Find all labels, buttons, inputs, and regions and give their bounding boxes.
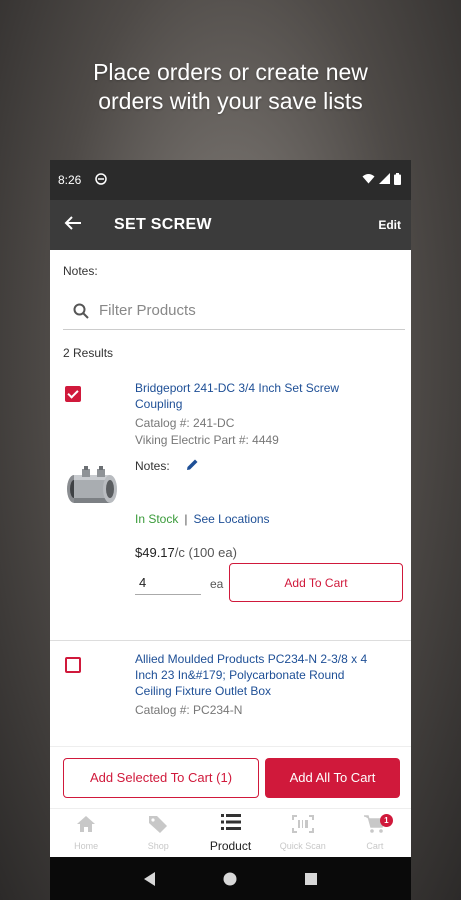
in-stock-label: In Stock [135,512,179,526]
home-icon [76,815,96,838]
stock-separator: | [184,512,188,526]
item-checkbox[interactable] [65,657,81,673]
bulk-actions-bar: Add Selected To Cart (1) Add All To Cart [50,746,411,808]
quantity-input[interactable] [135,571,201,595]
status-time: 8:26 [58,173,82,187]
battery-icon [394,172,401,188]
product-title-link[interactable]: Bridgeport 241-DC 3/4 Inch Set Screw Cou… [135,380,365,412]
quantity-unit: ea [210,577,224,591]
app-bar: SET SCREW Edit [50,200,411,250]
tab-cart[interactable]: Cart 1 [339,809,411,857]
pencil-icon[interactable] [186,458,199,474]
list-icon [220,813,241,836]
bottom-tab-bar: Home Shop Product Quick Scan Cart 1 [50,808,411,857]
nav-back-icon[interactable] [143,871,156,886]
stock-status-row: In Stock | See Locations [135,512,270,526]
headline-line-2: orders with your save lists [98,88,363,114]
viking-part-number: Viking Electric Part #: 4449 [135,433,279,447]
list-item: Allied Moulded Products PC234-N 2-3/8 x … [50,641,411,719]
tab-shop[interactable]: Shop [122,809,194,857]
signal-icon [379,173,390,187]
list-item: Bridgeport 241-DC 3/4 Inch Set Screw Cou… [50,374,411,641]
catalog-number: Catalog #: 241-DC [135,416,235,430]
tab-quick-scan[interactable]: Quick Scan [267,809,339,857]
cart-count-badge: 1 [379,814,393,827]
tab-label: Product [209,839,252,853]
tab-label: Shop [147,841,169,851]
nav-recents-icon[interactable] [305,872,318,885]
tab-product[interactable]: Product [194,809,266,857]
tab-label: Quick Scan [279,841,326,851]
tab-label: Home [74,841,99,851]
tab-home[interactable]: Home [50,809,122,857]
item-price: $49.17/c (100 ea) [135,545,237,560]
item-checkbox[interactable] [65,386,81,402]
item-notes-label: Notes: [135,459,170,473]
add-all-to-cart-button[interactable]: Add All To Cart [265,757,400,798]
add-selected-to-cart-button[interactable]: Add Selected To Cart (1) [63,757,259,798]
status-bar: 8:26 [50,160,411,200]
add-to-cart-button[interactable]: Add To Cart [229,563,403,602]
android-nav-bar [50,857,411,900]
see-locations-link[interactable]: See Locations [193,512,269,526]
list-content: Notes: 2 Results Bridgeport 241-DC 3/4 I… [50,250,411,719]
price-unit: /c (100 ea) [174,545,237,560]
filter-bar [63,292,405,330]
notification-icon [95,172,108,188]
product-image [65,466,121,512]
wifi-icon [362,173,375,187]
scan-icon [291,815,314,838]
phone-screen: 8:26 SET SCREW Edit Notes: 2 Results [50,160,411,857]
headline-line-1: Place orders or create new [93,59,368,85]
tag-icon [148,815,168,838]
product-title-link[interactable]: Allied Moulded Products PC234-N 2-3/8 x … [135,651,380,699]
search-icon [63,303,99,319]
marketing-headline: Place orders or create new orders with y… [0,58,461,116]
page-title: SET SCREW [114,216,212,233]
list-notes-label: Notes: [63,264,98,278]
tab-label: Cart [366,841,384,851]
catalog-number: Catalog #: PC234-N [135,703,243,717]
edit-button[interactable]: Edit [378,218,401,232]
nav-home-icon[interactable] [223,872,237,886]
back-arrow-icon[interactable] [64,214,94,237]
item-notes: Notes: [135,458,199,474]
filter-products-input[interactable] [99,302,405,319]
results-count: 2 Results [63,346,114,360]
price-amount: $49.17 [135,545,175,560]
